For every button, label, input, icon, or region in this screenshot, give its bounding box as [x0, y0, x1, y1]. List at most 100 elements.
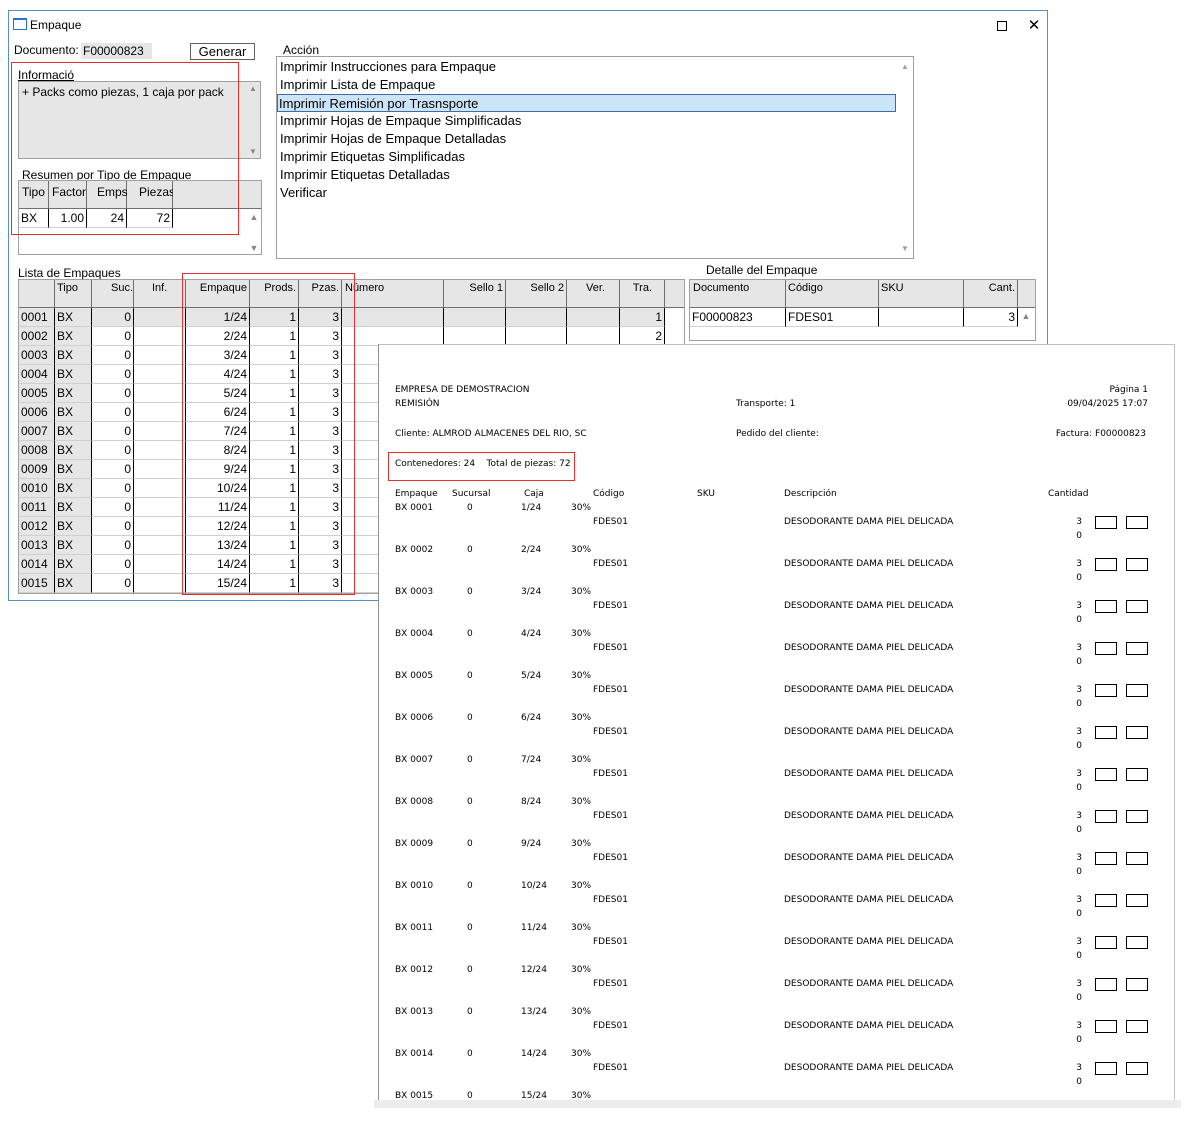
pkg-cell-sello2[interactable]: [506, 308, 567, 327]
pkg-cell-prods[interactable]: 1: [250, 346, 299, 365]
summary-header-tipo[interactable]: Tipo: [22, 185, 45, 199]
pkg-cell-empaque[interactable]: 9/24: [186, 460, 250, 479]
summary-cell-emps[interactable]: 24: [87, 209, 127, 228]
pkg-cell-tipo[interactable]: BX: [55, 574, 92, 593]
pkg-cell-pzas[interactable]: 3: [299, 441, 342, 460]
action-item-7[interactable]: Imprimir Etiquetas Detalladas: [279, 166, 896, 184]
pkg-cell-id[interactable]: 0008: [19, 441, 55, 460]
detail-cell-cant[interactable]: 3: [964, 308, 1018, 327]
pkg-cell-id[interactable]: 0007: [19, 422, 55, 441]
pkg-cell-suc[interactable]: 0: [92, 536, 134, 555]
pkg-cell-empaque[interactable]: 4/24: [186, 365, 250, 384]
pkg-cell-suc[interactable]: 0: [92, 422, 134, 441]
pkg-cell-suc[interactable]: 0: [92, 327, 134, 346]
pkg-cell-id[interactable]: 0001: [19, 308, 55, 327]
pkg-cell-inf[interactable]: [134, 308, 186, 327]
pkg-cell-suc[interactable]: 0: [92, 441, 134, 460]
summary-header-piezas[interactable]: Piezas: [139, 185, 175, 199]
pkg-cell-pzas[interactable]: 3: [299, 460, 342, 479]
pkg-cell-prods[interactable]: 1: [250, 479, 299, 498]
pkg-cell-id[interactable]: 0009: [19, 460, 55, 479]
summary-cell-piezas[interactable]: 72: [127, 209, 173, 228]
pkg-cell-prods[interactable]: 1: [250, 422, 299, 441]
pkg-header-tra[interactable]: Tra.: [633, 282, 652, 294]
pkg-cell-prods[interactable]: 1: [250, 517, 299, 536]
pkg-cell-empaque[interactable]: 5/24: [186, 384, 250, 403]
pkg-cell-suc[interactable]: 0: [92, 346, 134, 365]
detail-header-sku[interactable]: SKU: [881, 282, 904, 294]
pkg-header-ver[interactable]: Ver.: [586, 282, 605, 294]
detail-cell-sku[interactable]: [879, 308, 964, 327]
pkg-cell-tipo[interactable]: BX: [55, 422, 92, 441]
pkg-cell-suc[interactable]: 0: [92, 517, 134, 536]
pkg-cell-inf[interactable]: [134, 460, 186, 479]
pkg-header-empaque[interactable]: Empaque: [200, 282, 247, 294]
pkg-cell-tipo[interactable]: BX: [55, 365, 92, 384]
pkg-cell-tipo[interactable]: BX: [55, 403, 92, 422]
pkg-cell-prods[interactable]: 1: [250, 536, 299, 555]
pkg-cell-pzas[interactable]: 3: [299, 536, 342, 555]
pkg-header-sello1[interactable]: Sello 1: [469, 282, 503, 294]
detail-cell-codigo[interactable]: FDES01: [786, 308, 879, 327]
summary-grid[interactable]: Tipo Factor Emps Piezas BX 1.00 24 72 ▲ …: [18, 180, 262, 255]
report-preview[interactable]: EMPRESA DE DEMOSTRACION REMISIÓN Transpo…: [378, 344, 1175, 1101]
pkg-cell-id[interactable]: 0005: [19, 384, 55, 403]
action-list-scrollbar[interactable]: ▲ ▼: [898, 58, 912, 257]
pkg-header-tipo[interactable]: Tipo: [57, 282, 78, 294]
pkg-cell-prods[interactable]: 1: [250, 574, 299, 593]
scroll-down-icon[interactable]: ▼: [247, 147, 259, 156]
pkg-cell-id[interactable]: 0004: [19, 365, 55, 384]
summary-cell-tipo[interactable]: BX: [19, 209, 49, 228]
pkg-cell-empaque[interactable]: 12/24: [186, 517, 250, 536]
pkg-cell-id[interactable]: 0003: [19, 346, 55, 365]
pkg-cell-pzas[interactable]: 3: [299, 403, 342, 422]
pkg-cell-empaque[interactable]: 1/24: [186, 308, 250, 327]
pkg-header-prods[interactable]: Prods.: [264, 282, 296, 294]
detail-grid[interactable]: Documento Código SKU Cant. F00000823 FDE…: [689, 279, 1036, 341]
pkg-cell-tipo[interactable]: BX: [55, 327, 92, 346]
action-item-1[interactable]: Imprimir Instrucciones para Empaque: [279, 58, 896, 76]
action-item-5[interactable]: Imprimir Hojas de Empaque Detalladas: [279, 130, 896, 148]
pkg-cell-pzas[interactable]: 3: [299, 327, 342, 346]
pkg-cell-pzas[interactable]: 3: [299, 498, 342, 517]
pkg-cell-pzas[interactable]: 3: [299, 555, 342, 574]
pkg-cell-prods[interactable]: 1: [250, 308, 299, 327]
pkg-cell-tipo[interactable]: BX: [55, 555, 92, 574]
pkg-cell-suc[interactable]: 0: [92, 479, 134, 498]
title-bar[interactable]: Empaque ✕: [9, 11, 1047, 39]
pkg-cell-id[interactable]: 0015: [19, 574, 55, 593]
action-item-8[interactable]: Verificar: [279, 184, 896, 202]
pkg-cell-tipo[interactable]: BX: [55, 346, 92, 365]
pkg-cell-tipo[interactable]: BX: [55, 498, 92, 517]
pkg-cell-inf[interactable]: [134, 498, 186, 517]
pkg-cell-ver[interactable]: [567, 308, 620, 327]
pkg-cell-pzas[interactable]: 3: [299, 308, 342, 327]
scroll-up-icon[interactable]: ▲: [898, 62, 912, 71]
pkg-cell-id[interactable]: 0002: [19, 327, 55, 346]
pkg-cell-suc[interactable]: 0: [92, 498, 134, 517]
generate-button[interactable]: Generar: [190, 43, 255, 60]
pkg-cell-tipo[interactable]: BX: [55, 536, 92, 555]
pkg-cell-sello1[interactable]: [444, 308, 506, 327]
pkg-cell-tipo[interactable]: BX: [55, 479, 92, 498]
pkg-header-sello2[interactable]: Sello 2: [530, 282, 564, 294]
pkg-cell-inf[interactable]: [134, 346, 186, 365]
pkg-cell-prods[interactable]: 1: [250, 555, 299, 574]
pkg-header-inf[interactable]: Inf.: [152, 282, 167, 294]
pkg-cell-empaque[interactable]: 7/24: [186, 422, 250, 441]
pkg-cell-inf[interactable]: [134, 517, 186, 536]
pkg-cell-pzas[interactable]: 3: [299, 574, 342, 593]
pkg-cell-suc[interactable]: 0: [92, 384, 134, 403]
pkg-cell-inf[interactable]: [134, 574, 186, 593]
pkg-cell-inf[interactable]: [134, 384, 186, 403]
scroll-up-icon[interactable]: ▲: [1020, 311, 1032, 321]
pkg-header-numero[interactable]: Número: [345, 282, 384, 294]
action-item-2[interactable]: Imprimir Lista de Empaque: [279, 76, 896, 94]
pkg-cell-pzas[interactable]: 3: [299, 422, 342, 441]
pkg-cell-inf[interactable]: [134, 555, 186, 574]
pkg-cell-empaque[interactable]: 6/24: [186, 403, 250, 422]
pkg-cell-prods[interactable]: 1: [250, 498, 299, 517]
pkg-cell-id[interactable]: 0013: [19, 536, 55, 555]
pkg-cell-pzas[interactable]: 3: [299, 384, 342, 403]
pkg-cell-inf[interactable]: [134, 403, 186, 422]
